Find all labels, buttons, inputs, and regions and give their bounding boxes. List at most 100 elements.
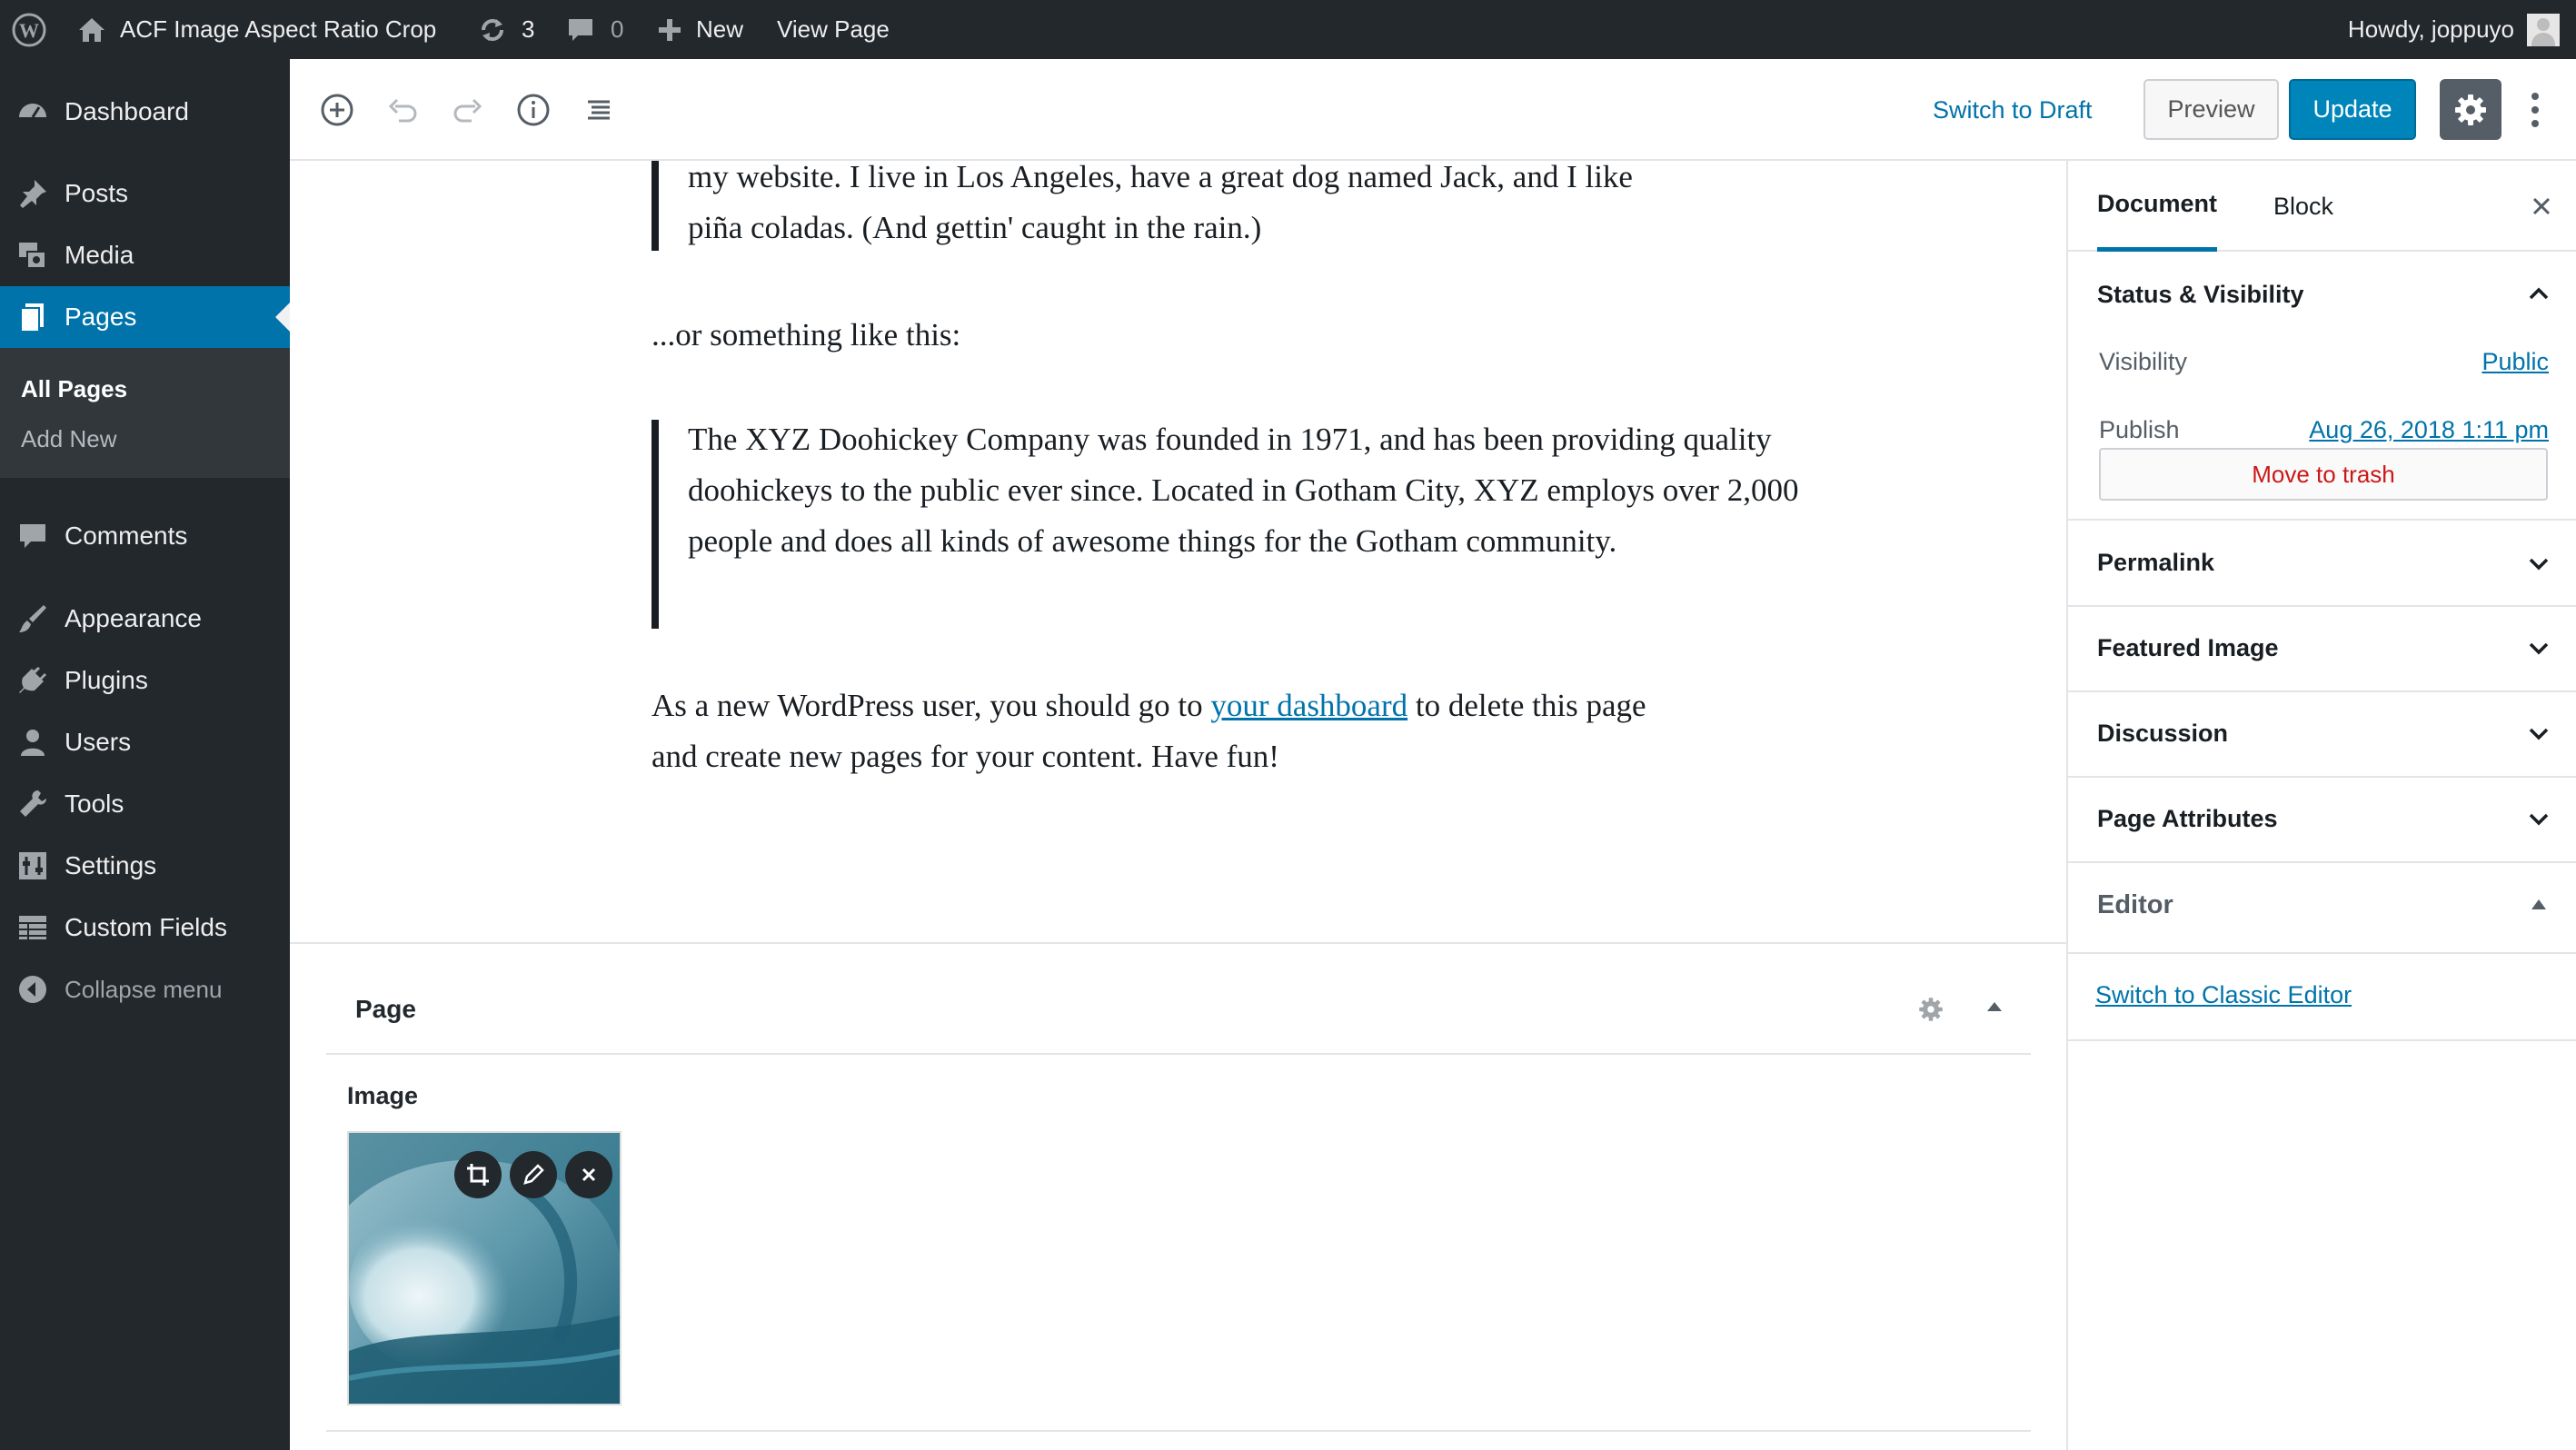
dashboard-gauge-icon <box>19 104 46 118</box>
settings-sliders-icon <box>19 852 46 879</box>
settings-toggle-button[interactable] <box>2440 79 2501 140</box>
submenu-add-new[interactable]: Add New <box>21 425 117 453</box>
metabox-collapse-icon[interactable] <box>1985 998 2004 1013</box>
editor-panel-title: Editor <box>2097 890 2173 919</box>
editor-panel[interactable]: Editor <box>2068 863 2576 954</box>
info-icon[interactable] <box>515 92 552 128</box>
publish-label: Publish <box>2099 416 2180 443</box>
menu-posts[interactable]: Posts <box>0 163 290 224</box>
more-menu-button[interactable] <box>2521 84 2549 135</box>
image-field-label: Image <box>347 1082 419 1109</box>
comment-icon <box>20 524 45 548</box>
menu-plugins[interactable]: Plugins <box>0 650 290 711</box>
visibility-value-link[interactable]: Public <box>2482 348 2549 376</box>
switch-to-draft-button[interactable]: Switch to Draft <box>1933 59 2093 161</box>
quote-block-2[interactable]: The XYZ Doohickey Company was founded in… <box>651 420 1878 629</box>
submenu-all-pages[interactable]: All Pages <box>21 375 127 403</box>
menu-pages[interactable]: Pages <box>0 286 290 348</box>
collapse-triangle-icon <box>2531 899 2546 909</box>
quote1-line1: my website. I live in Los Angeles, have … <box>688 159 1633 194</box>
paragraph-block-1[interactable]: ...or something like this: <box>651 310 1833 361</box>
dashboard-link[interactable]: your dashboard <box>1210 688 1407 723</box>
quote-block-1[interactable]: my website. I live in Los Angeles, have … <box>651 159 1860 251</box>
pages-icon <box>20 303 44 333</box>
chevron-down-icon <box>2529 728 2549 740</box>
updates-link[interactable]: 3 <box>476 0 534 59</box>
discussion-title: Discussion <box>2097 720 2229 747</box>
menu-users[interactable]: Users <box>0 711 290 773</box>
editor-header-toolbar: Switch to Draft Preview Update <box>290 59 2576 161</box>
metabox-title: Page <box>355 995 416 1023</box>
new-label: New <box>696 15 744 43</box>
preview-button[interactable]: Preview <box>2143 79 2279 140</box>
visibility-label: Visibility <box>2099 348 2188 375</box>
close-sidebar-icon[interactable] <box>2531 195 2552 217</box>
image-field-preview <box>347 1131 622 1405</box>
menu-custom-fields[interactable]: Custom Fields <box>0 897 290 958</box>
site-name-link[interactable]: ACF Image Aspect Ratio Crop <box>76 0 436 59</box>
chevron-down-icon <box>2529 813 2549 826</box>
tab-block[interactable]: Block <box>2273 161 2333 252</box>
settings-sidebar: Document Block Status & Visibility Visib… <box>2066 161 2576 1450</box>
new-content-link[interactable]: New <box>656 0 743 59</box>
edit-image-button[interactable] <box>510 1151 557 1198</box>
move-to-trash-button[interactable]: Move to trash <box>2099 448 2548 501</box>
status-visibility-title[interactable]: Status & Visibility <box>2097 281 2304 309</box>
comments-link[interactable]: 0 <box>565 0 623 59</box>
user-account-menu[interactable]: Howdy, joppuyo <box>2348 0 2560 59</box>
pencil-icon <box>523 1164 544 1185</box>
crop-image-button[interactable] <box>454 1151 502 1198</box>
menu-comments[interactable]: Comments <box>0 505 290 567</box>
featured-image-panel[interactable]: Featured Image <box>2068 607 2576 692</box>
settings-tabs: Document Block <box>2068 161 2576 252</box>
block-navigation-icon[interactable] <box>581 92 617 128</box>
quote1-line2: piña coladas. (And gettin' caught in the… <box>688 210 1262 245</box>
comment-bubble-icon <box>569 18 592 41</box>
tab-document[interactable]: Document <box>2097 161 2218 252</box>
page-attributes-title: Page Attributes <box>2097 805 2278 832</box>
paragraph-block-2[interactable]: As a new WordPress user, you should go t… <box>651 680 1669 782</box>
svg-text:W: W <box>19 19 39 42</box>
chevron-down-icon <box>2529 642 2549 655</box>
permalink-title: Permalink <box>2097 549 2215 576</box>
redo-icon[interactable] <box>450 92 486 128</box>
gear-icon <box>2455 94 2486 125</box>
undo-icon[interactable] <box>384 92 421 128</box>
discussion-panel[interactable]: Discussion <box>2068 692 2576 778</box>
page-metabox: Page Image <box>326 944 2031 1435</box>
menu-settings[interactable]: Settings <box>0 835 290 897</box>
close-icon <box>582 1167 596 1182</box>
wordpress-logo-icon[interactable]: W <box>11 0 47 59</box>
site-title: ACF Image Aspect Ratio Crop <box>120 15 437 43</box>
metabox-area: Page Image <box>290 942 2066 1450</box>
page-attributes-panel[interactable]: Page Attributes <box>2068 778 2576 863</box>
editor-content: my website. I live in Los Angeles, have … <box>290 159 2066 942</box>
menu-tools[interactable]: Tools <box>0 773 290 835</box>
plus-icon <box>659 18 681 41</box>
pushpin-icon <box>20 180 46 208</box>
wrench-icon <box>20 790 46 817</box>
chevron-up-icon[interactable] <box>2525 281 2552 308</box>
classic-editor-panel: Switch to Classic Editor <box>2068 954 2576 1041</box>
table-icon <box>19 916 46 939</box>
updates-icon <box>482 18 503 41</box>
menu-dashboard[interactable]: Dashboard <box>0 81 290 143</box>
menu-appearance[interactable]: Appearance <box>0 588 290 650</box>
permalink-panel[interactable]: Permalink <box>2068 521 2576 607</box>
updates-count: 3 <box>522 15 535 43</box>
metabox-divider <box>326 1053 2031 1055</box>
switch-to-classic-editor-link[interactable]: Switch to Classic Editor <box>2095 981 2352 1009</box>
collapse-menu-button[interactable]: Collapse menu <box>0 958 290 1020</box>
status-visibility-panel: Status & Visibility Visibility Public Pu… <box>2068 252 2576 521</box>
menu-media[interactable]: Media <box>0 224 290 286</box>
metabox-gear-icon[interactable] <box>1917 996 1944 1023</box>
crop-icon <box>467 1164 489 1186</box>
collapse-arrow-icon <box>19 976 46 1003</box>
user-icon <box>21 730 45 756</box>
publish-date-link[interactable]: Aug 26, 2018 1:11 pm <box>2309 416 2549 444</box>
remove-image-button[interactable] <box>565 1151 612 1198</box>
view-page-link[interactable]: View Page <box>777 0 890 59</box>
update-button[interactable]: Update <box>2289 79 2416 140</box>
add-block-icon[interactable] <box>319 92 355 128</box>
vertical-ellipsis-icon <box>2531 93 2539 127</box>
